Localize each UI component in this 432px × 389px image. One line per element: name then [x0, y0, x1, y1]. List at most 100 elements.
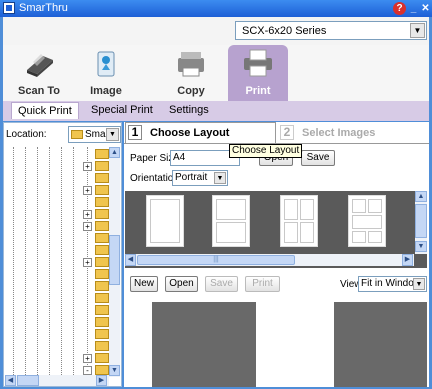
- preview-page-left: [152, 302, 256, 387]
- layout-cell: [352, 231, 366, 243]
- folder-icon[interactable]: [95, 293, 109, 303]
- scroll-thumb[interactable]: [109, 235, 120, 285]
- folder-icon[interactable]: [95, 353, 109, 363]
- folder-icon[interactable]: [95, 209, 109, 219]
- help-icon[interactable]: ?: [393, 2, 406, 15]
- layout-cell: [150, 199, 180, 243]
- layout-thumbnails: ◀ ||| ▶ ▲ ▼: [125, 191, 427, 268]
- layout-option-four[interactable]: [280, 195, 318, 247]
- app-icon: [3, 2, 15, 14]
- layout-vertical-scrollbar[interactable]: ▲ ▼: [415, 191, 427, 254]
- scan-to-button[interactable]: Scan To: [11, 45, 67, 101]
- scroll-thumb[interactable]: [415, 204, 427, 238]
- layout-cell: [352, 215, 382, 229]
- step-select-images[interactable]: 2 Select Images: [280, 125, 375, 143]
- layout-option-mixed[interactable]: [348, 195, 386, 247]
- layout-option-single[interactable]: [146, 195, 184, 247]
- expand-icon[interactable]: +: [83, 222, 92, 231]
- step2-label: Select Images: [302, 127, 376, 139]
- new-button[interactable]: New: [130, 276, 158, 292]
- layout-cell: [300, 222, 314, 243]
- step-choose-layout[interactable]: 1 Choose Layout: [128, 125, 229, 143]
- folder-icon[interactable]: [95, 281, 109, 291]
- chevron-down-icon[interactable]: ▼: [106, 128, 119, 141]
- save-paper-button[interactable]: Save: [301, 150, 335, 166]
- save-button[interactable]: Save: [205, 276, 238, 292]
- copy-button[interactable]: Copy: [163, 45, 219, 101]
- scroll-thumb[interactable]: [17, 375, 39, 386]
- preview-page-right: [334, 302, 427, 387]
- print-button[interactable]: Print: [228, 45, 288, 101]
- layout-cell: [368, 231, 382, 243]
- chevron-down-icon[interactable]: ▼: [214, 172, 226, 184]
- tree-guide: [73, 147, 74, 375]
- expand-icon[interactable]: +: [83, 354, 92, 363]
- scroll-up-icon[interactable]: ▲: [415, 191, 427, 202]
- folder-icon[interactable]: [95, 233, 109, 243]
- scroll-left-icon[interactable]: ◀: [5, 375, 16, 386]
- tree-guide: [49, 147, 50, 375]
- copy-label: Copy: [177, 85, 205, 97]
- tab-quick-print[interactable]: Quick Print: [11, 102, 79, 119]
- layout-horizontal-scrollbar[interactable]: ◀ ||| ▶: [125, 254, 414, 266]
- orientation-select[interactable]: Portrait ▼: [172, 170, 228, 186]
- close-icon[interactable]: ✕: [419, 2, 432, 15]
- chevron-down-icon[interactable]: ▼: [413, 278, 425, 290]
- scroll-down-icon[interactable]: ▼: [109, 365, 120, 376]
- app-window: SmarThru ? _ ✕ SCX-6x20 Series ▼ Scan To: [0, 0, 432, 389]
- chevron-down-icon[interactable]: ▼: [410, 23, 425, 38]
- folder-icon[interactable]: [95, 365, 109, 375]
- image-label: Image: [90, 85, 122, 97]
- tab-special-print[interactable]: Special Print: [91, 104, 153, 116]
- model-select[interactable]: SCX-6x20 Series ▼: [235, 21, 427, 40]
- tooltip: Choose Layout: [229, 144, 303, 158]
- folder-icon[interactable]: [95, 161, 109, 171]
- expand-icon[interactable]: +: [83, 210, 92, 219]
- collapse-icon[interactable]: -: [83, 366, 92, 375]
- folder-icon[interactable]: [95, 149, 109, 159]
- tab-settings[interactable]: Settings: [169, 104, 209, 116]
- window-title: SmarThru: [19, 2, 68, 14]
- tree-horizontal-scrollbar[interactable]: ◀ ▶: [5, 375, 109, 386]
- folder-icon[interactable]: [95, 317, 109, 327]
- folder-icon[interactable]: [95, 197, 109, 207]
- print-button-bottom[interactable]: Print: [245, 276, 280, 292]
- folder-icon[interactable]: [95, 341, 109, 351]
- location-select[interactable]: Smar ▼: [68, 126, 121, 143]
- step2-number: 2: [280, 125, 294, 140]
- paper-size-value: A4: [173, 152, 186, 163]
- location-label: Location:: [6, 129, 47, 140]
- open-button[interactable]: Open: [165, 276, 198, 292]
- folder-icon[interactable]: [95, 245, 109, 255]
- layout-cell: [300, 199, 314, 220]
- folder-icon[interactable]: [95, 305, 109, 315]
- model-select-value: SCX-6x20 Series: [242, 25, 327, 37]
- tree-guide: [37, 147, 38, 375]
- folder-tree[interactable]: + + + + + + -: [5, 147, 119, 375]
- orientation-value: Portrait: [175, 172, 208, 183]
- folder-icon[interactable]: [95, 269, 109, 279]
- scroll-thumb[interactable]: |||: [137, 255, 295, 265]
- expand-icon[interactable]: +: [83, 162, 92, 171]
- folder-panel: Location: Smar ▼ + + + + + + - ▲ ▼ ◀ ▶: [3, 122, 122, 387]
- scroll-left-icon[interactable]: ◀: [125, 254, 136, 266]
- image-button[interactable]: Image: [78, 45, 134, 101]
- scan-to-label: Scan To: [18, 85, 60, 97]
- folder-icon[interactable]: [95, 257, 109, 267]
- folder-icon[interactable]: [95, 185, 109, 195]
- scroll-right-icon[interactable]: ▶: [96, 375, 107, 386]
- expand-icon[interactable]: +: [83, 258, 92, 267]
- scroll-right-icon[interactable]: ▶: [402, 254, 413, 266]
- scroll-up-icon[interactable]: ▲: [109, 147, 120, 158]
- step1-number: 1: [128, 125, 142, 140]
- view-select[interactable]: Fit in Window ▼: [358, 276, 427, 292]
- model-bar: SCX-6x20 Series ▼: [3, 17, 429, 45]
- expand-icon[interactable]: +: [83, 186, 92, 195]
- folder-icon[interactable]: [95, 221, 109, 231]
- tree-vertical-scrollbar[interactable]: ▲ ▼: [109, 147, 120, 377]
- layout-option-two-stacked[interactable]: [212, 195, 250, 247]
- layout-cell: [284, 222, 298, 243]
- folder-icon[interactable]: [95, 173, 109, 183]
- scroll-down-icon[interactable]: ▼: [415, 241, 427, 252]
- folder-icon[interactable]: [95, 329, 109, 339]
